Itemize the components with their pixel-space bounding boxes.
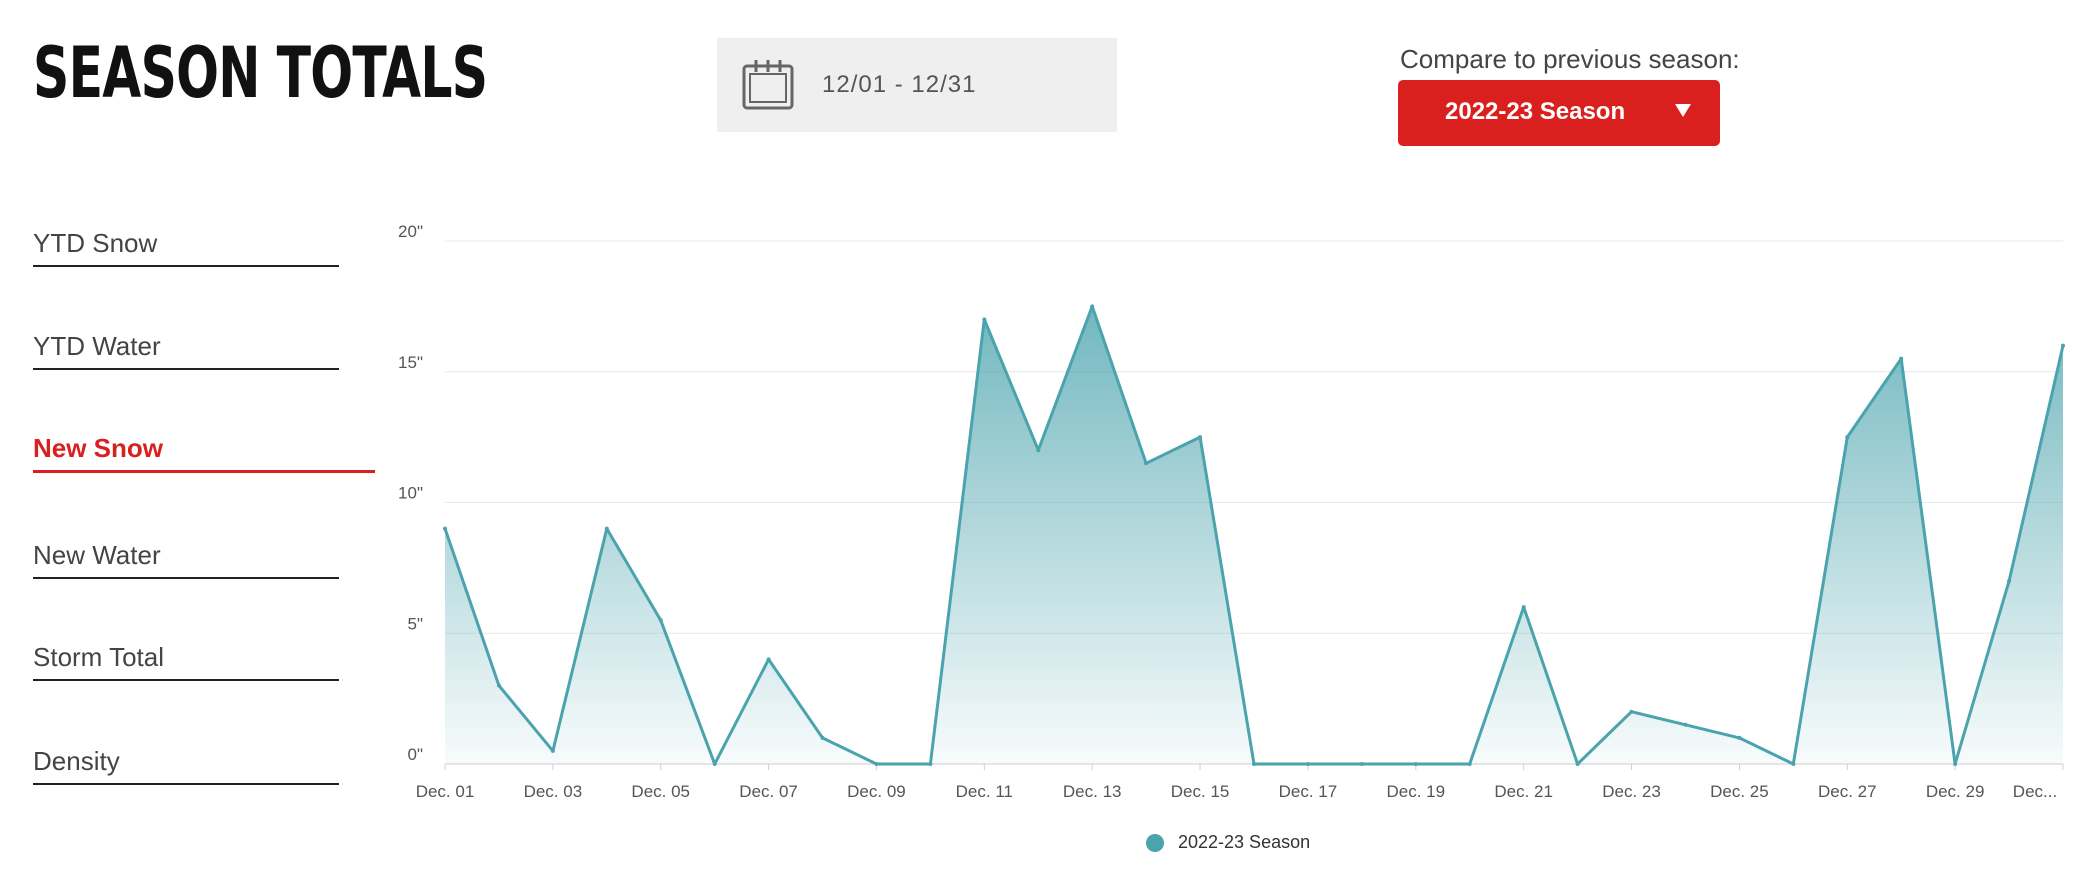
data-point (1359, 762, 1364, 766)
data-point (443, 526, 447, 531)
y-tick-label: 20" (398, 222, 423, 241)
x-tick-label: Dec. 15 (1171, 782, 1230, 801)
x-tick-label: Dec. 19 (1387, 782, 1446, 801)
data-point (496, 683, 501, 688)
x-tick-label: Dec. 23 (1602, 782, 1661, 801)
data-point (1036, 448, 1041, 453)
data-point (2007, 578, 2012, 583)
new-snow-chart: 0" 5" 10" 15" 20" Dec. 01 Dec. 03 Dec. 05 Dec. … (398, 222, 2065, 801)
data-point (820, 735, 825, 740)
data-point (1683, 722, 1688, 727)
data-point (982, 317, 987, 322)
data-point (766, 657, 771, 662)
data-point (1090, 304, 1095, 309)
data-point (1144, 461, 1149, 466)
x-tick-label: Dec. 01 (416, 782, 475, 801)
data-point (1845, 435, 1850, 440)
data-point (2061, 343, 2065, 348)
data-point (1467, 762, 1472, 766)
y-tick-label: 0" (408, 745, 424, 764)
data-point (874, 762, 879, 766)
data-point (550, 748, 555, 753)
data-point (1252, 762, 1256, 766)
data-point (1953, 762, 1958, 766)
data-point (658, 618, 663, 623)
data-point (1413, 762, 1418, 766)
data-point (1575, 762, 1580, 766)
legend-marker (1146, 833, 1164, 852)
x-tick-label: Dec. 05 (631, 782, 690, 801)
data-point (712, 762, 717, 766)
data-point (928, 762, 933, 766)
data-point (1737, 735, 1742, 740)
x-tick-label: Dec. 21 (1494, 782, 1553, 801)
x-tick-label: Dec. 11 (956, 782, 1013, 801)
x-tick-label: Dec. 03 (524, 782, 583, 801)
x-tick-label: Dec. 17 (1279, 782, 1338, 801)
x-tick-label: Dec. 25 (1710, 782, 1769, 801)
data-point (1629, 709, 1634, 714)
data-point (1198, 435, 1203, 440)
x-tick-label: Dec. 29 (1926, 782, 1985, 801)
data-point (1521, 605, 1526, 610)
legend-label: 2022-23 Season (1178, 832, 1311, 852)
x-tick-label: Dec. 13 (1063, 782, 1122, 801)
data-point (1899, 356, 1904, 361)
x-tick-label: Dec... (2013, 782, 2057, 801)
x-tick-label: Dec. 27 (1818, 782, 1877, 801)
x-tick-label: Dec. 07 (739, 782, 798, 801)
x-tick-label: Dec. 09 (847, 782, 906, 801)
y-tick-label: 5" (408, 614, 424, 633)
data-point (1791, 762, 1796, 766)
y-tick-label: 10" (398, 484, 423, 503)
data-point (604, 526, 609, 531)
y-tick-label: 15" (398, 353, 423, 372)
chart-legend[interactable]: 2022-23 Season (1146, 832, 1310, 853)
data-point (1305, 762, 1310, 766)
